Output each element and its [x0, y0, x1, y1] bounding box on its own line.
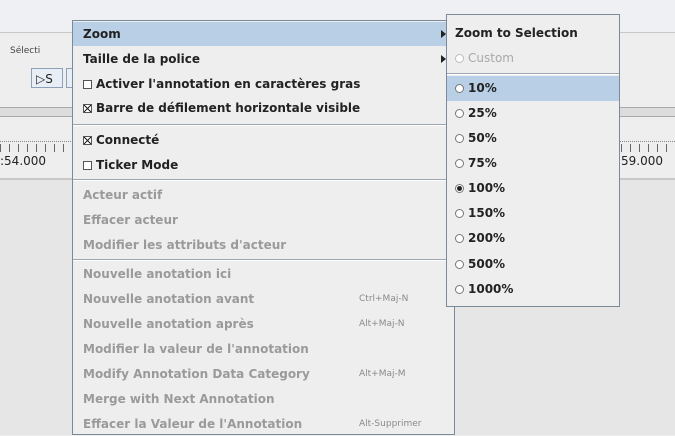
menu-item-zoom-label: Zoom	[83, 27, 121, 41]
menu-item-clear-actor[interactable]: Effacer acteur	[73, 208, 454, 232]
submenu-item-zoom-1000[interactable]: 1000%	[447, 277, 619, 302]
menu-item-ticker-mode-label: Ticker Mode	[96, 158, 179, 172]
submenu-item-zoom-75[interactable]: 75%	[447, 151, 619, 176]
timeline-time-left: :54.000	[0, 154, 47, 168]
zoom-option-label: 150%	[468, 206, 506, 220]
menu-item-zoom[interactable]: Zoom	[73, 22, 454, 46]
radio-icon	[455, 109, 464, 118]
submenu-item-custom[interactable]: Custom	[447, 46, 619, 71]
zoom-submenu: Zoom to Selection Custom 10% 25% 50% 75%…	[446, 14, 620, 307]
radio-selected-icon	[455, 184, 464, 193]
menu-item-active-actor[interactable]: Acteur actif	[73, 183, 454, 207]
menu-item-clear-annotation-value-label: Effacer la Valeur de l'Annotation	[83, 417, 303, 431]
menu-item-new-annotation-before[interactable]: Nouvelle anotation avant Ctrl+Maj-N	[73, 287, 454, 311]
menu-item-new-annotation-here-label: Nouvelle anotation ici	[83, 267, 232, 281]
menu-item-connected[interactable]: Connecté	[73, 128, 454, 152]
selection-play-button[interactable]: ▷S	[31, 68, 63, 88]
checkbox-unchecked-icon[interactable]	[83, 80, 92, 89]
menu-item-modify-actor-attributes[interactable]: Modifier les attributs d'acteur	[73, 233, 454, 257]
submenu-item-zoom-to-selection[interactable]: Zoom to Selection	[447, 21, 619, 46]
menu-item-modify-data-category[interactable]: Modify Annotation Data Category Alt+Maj-…	[73, 362, 454, 386]
radio-icon	[455, 260, 464, 269]
zoom-option-label: 25%	[468, 106, 497, 120]
zoom-option-label: 1000%	[468, 282, 514, 296]
menu-item-ticker-mode[interactable]: Ticker Mode	[73, 153, 454, 177]
submenu-separator	[447, 73, 619, 75]
radio-icon	[455, 84, 464, 93]
shortcut-label: Alt-Supprimer	[359, 419, 422, 429]
zoom-option-label: 500%	[468, 257, 506, 271]
menu-item-horizontal-scrollbar[interactable]: Barre de défilement horizontale visible	[73, 96, 454, 120]
checkbox-unchecked-icon[interactable]	[83, 161, 92, 170]
menu-separator	[73, 259, 454, 261]
menu-separator	[73, 179, 454, 181]
zoom-option-label: 200%	[468, 231, 506, 245]
menu-item-clear-actor-label: Effacer acteur	[83, 213, 178, 227]
menu-item-modify-annotation-value-label: Modifier la valeur de l'annotation	[83, 342, 309, 356]
context-menu: Zoom Taille de la police Activer l'annot…	[72, 20, 455, 435]
menu-item-bold-annotation-label: Activer l'annotation en caractères gras	[96, 77, 361, 91]
submenu-item-zoom-50[interactable]: 50%	[447, 126, 619, 151]
zoom-option-label: 10%	[468, 81, 497, 95]
menu-item-new-annotation-before-label: Nouvelle anotation avant	[83, 292, 255, 306]
menu-separator	[73, 124, 454, 126]
zoom-option-label: 75%	[468, 156, 497, 170]
menu-item-merge-next[interactable]: Merge with Next Annotation	[73, 387, 454, 411]
menu-item-new-annotation-after[interactable]: Nouvelle anotation après Alt+Maj-N	[73, 312, 454, 336]
menu-item-merge-next-label: Merge with Next Annotation	[83, 392, 275, 406]
menu-item-modify-actor-attributes-label: Modifier les attributs d'acteur	[83, 238, 287, 252]
selection-label: Sélecti	[10, 46, 41, 56]
menu-item-new-annotation-here[interactable]: Nouvelle anotation ici	[73, 262, 454, 286]
radio-icon	[455, 209, 464, 218]
custom-label: Custom	[468, 51, 514, 65]
submenu-item-zoom-200[interactable]: 200%	[447, 226, 619, 251]
menu-item-bold-annotation[interactable]: Activer l'annotation en caractères gras	[73, 72, 454, 96]
submenu-item-zoom-10[interactable]: 10%	[447, 76, 619, 101]
submenu-item-zoom-100[interactable]: 100%	[447, 176, 619, 201]
shortcut-label: Alt+Maj-M	[359, 369, 406, 379]
radio-icon	[455, 285, 464, 294]
submenu-item-zoom-150[interactable]: 150%	[447, 201, 619, 226]
zoom-option-label: 100%	[468, 181, 506, 195]
checkbox-checked-icon[interactable]	[83, 104, 92, 113]
submenu-item-zoom-25[interactable]: 25%	[447, 101, 619, 126]
menu-item-new-annotation-after-label: Nouvelle anotation après	[83, 317, 254, 331]
radio-icon	[455, 234, 464, 243]
radio-icon	[455, 54, 464, 63]
menu-item-connected-label: Connecté	[96, 133, 160, 147]
menu-item-font-size-label: Taille de la police	[83, 52, 200, 66]
radio-icon	[455, 134, 464, 143]
checkbox-checked-icon[interactable]	[83, 136, 92, 145]
zoom-option-label: 50%	[468, 131, 497, 145]
menu-item-modify-data-category-label: Modify Annotation Data Category	[83, 367, 310, 381]
shortcut-label: Alt+Maj-N	[359, 319, 405, 329]
radio-icon	[455, 159, 464, 168]
menu-item-horizontal-scrollbar-label: Barre de défilement horizontale visible	[96, 101, 361, 115]
zoom-to-selection-label: Zoom to Selection	[455, 26, 578, 40]
menu-item-font-size[interactable]: Taille de la police	[73, 47, 454, 71]
timeline-time-right: 59.000	[621, 154, 663, 168]
menu-item-clear-annotation-value[interactable]: Effacer la Valeur de l'Annotation Alt-Su…	[73, 412, 454, 436]
menu-item-active-actor-label: Acteur actif	[83, 188, 163, 202]
submenu-item-zoom-500[interactable]: 500%	[447, 252, 619, 277]
shortcut-label: Ctrl+Maj-N	[359, 294, 409, 304]
menu-item-modify-annotation-value[interactable]: Modifier la valeur de l'annotation	[73, 337, 454, 361]
